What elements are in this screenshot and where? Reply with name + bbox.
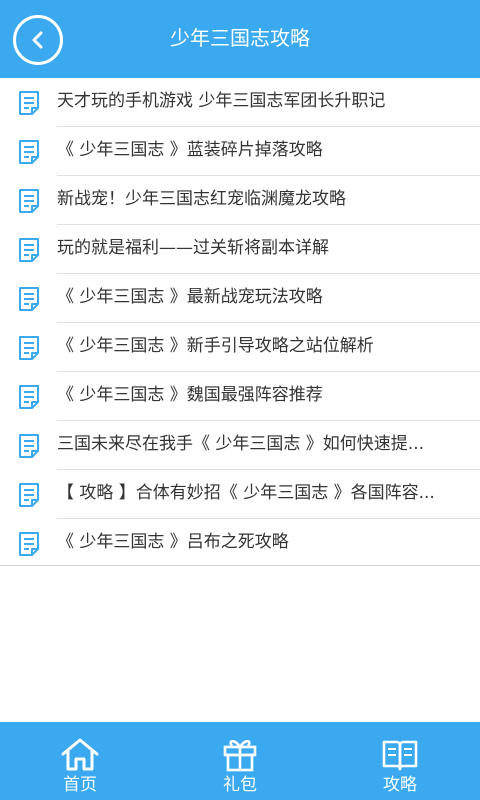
document-icon xyxy=(19,483,39,507)
article-title: 《 少年三国志 》最新战宠玩法攻略 xyxy=(57,287,323,307)
tab-gift-label: 礼包 xyxy=(223,775,257,795)
document-icon xyxy=(19,434,39,458)
article-item[interactable]: 《 少年三国志 》吕布之死攻略 xyxy=(0,519,480,568)
article-title: 【 攻略 】合体有妙招《 少年三国志 》各国阵容... xyxy=(57,483,435,503)
tab-gift[interactable]: 礼包 xyxy=(160,722,320,800)
article-list: 天才玩的手机游戏 少年三国志军团长升职记《 少年三国志 》蓝装碎片掉落攻略新战宠… xyxy=(0,78,480,568)
article-item[interactable]: 三国未来尽在我手《 少年三国志 》如何快速提... xyxy=(0,421,480,470)
document-icon xyxy=(19,336,39,360)
article-title: 新战宠！少年三国志红宠临渊魔龙攻略 xyxy=(57,189,346,209)
page-title: 少年三国志攻略 xyxy=(170,26,310,50)
article-title: 《 少年三国志 》蓝装碎片掉落攻略 xyxy=(57,140,323,160)
article-item[interactable]: 新战宠！少年三国志红宠临渊魔龙攻略 xyxy=(0,176,480,225)
gift-icon xyxy=(223,739,257,772)
article-title: 玩的就是福利——过关斩将副本详解 xyxy=(57,238,329,258)
article-item[interactable]: 【 攻略 】合体有妙招《 少年三国志 》各国阵容... xyxy=(0,470,480,519)
header-bar: 少年三国志攻略 xyxy=(0,0,480,78)
article-title: 三国未来尽在我手《 少年三国志 》如何快速提... xyxy=(57,434,425,454)
list-end-divider xyxy=(0,565,480,566)
article-title: 《 少年三国志 》吕布之死攻略 xyxy=(57,532,289,552)
article-item[interactable]: 《 少年三国志 》蓝装碎片掉落攻略 xyxy=(0,127,480,176)
tab-guide-label: 攻略 xyxy=(383,775,417,795)
home-icon xyxy=(61,738,99,771)
article-item[interactable]: 《 少年三国志 》新手引导攻略之站位解析 xyxy=(0,323,480,372)
bottom-tab-bar: 首页 礼包 攻略 xyxy=(0,722,480,800)
document-icon xyxy=(19,140,39,164)
article-title: 天才玩的手机游戏 少年三国志军团长升职记 xyxy=(57,91,386,111)
tab-home-label: 首页 xyxy=(63,775,97,795)
article-item[interactable]: 《 少年三国志 》最新战宠玩法攻略 xyxy=(0,274,480,323)
document-icon xyxy=(19,91,39,115)
app-screen: 少年三国志攻略 天才玩的手机游戏 少年三国志军团长升职记《 少年三国志 》蓝装碎… xyxy=(0,0,480,800)
document-icon xyxy=(19,287,39,311)
article-item[interactable]: 玩的就是福利——过关斩将副本详解 xyxy=(0,225,480,274)
article-title: 《 少年三国志 》新手引导攻略之站位解析 xyxy=(57,336,374,356)
article-item[interactable]: 《 少年三国志 》魏国最强阵容推荐 xyxy=(0,372,480,421)
document-icon xyxy=(19,532,39,556)
book-icon xyxy=(382,740,418,771)
document-icon xyxy=(19,238,39,262)
article-item[interactable]: 天才玩的手机游戏 少年三国志军团长升职记 xyxy=(0,78,480,127)
article-title: 《 少年三国志 》魏国最强阵容推荐 xyxy=(57,385,323,405)
document-icon xyxy=(19,385,39,409)
tab-guide[interactable]: 攻略 xyxy=(320,722,480,800)
tab-home[interactable]: 首页 xyxy=(0,722,160,800)
document-icon xyxy=(19,189,39,213)
